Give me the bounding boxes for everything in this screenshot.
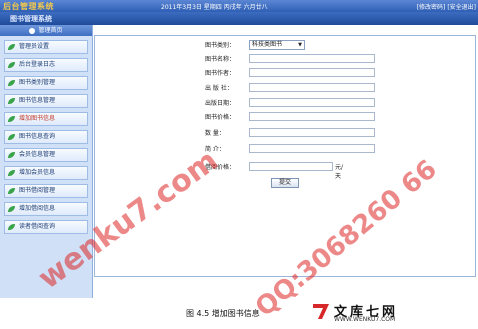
author-label: 图书作者：: [205, 70, 236, 77]
category-value: 科技类图书: [252, 41, 283, 48]
logout-link[interactable]: [安全退出]: [447, 4, 476, 11]
leaf-icon: [8, 188, 15, 194]
intro-input[interactable]: [249, 144, 375, 153]
submit-button[interactable]: 提交: [271, 178, 299, 188]
intro-label: 简 介：: [205, 146, 225, 153]
rent-price-input[interactable]: [249, 162, 333, 171]
sidebar-item-label: 管理员设置: [19, 43, 50, 50]
brand-mark-icon: [313, 304, 329, 319]
category-select[interactable]: 科技类图书 ▼: [249, 40, 305, 50]
price-label: 图书价格：: [205, 114, 236, 121]
leaf-icon: [8, 224, 15, 230]
leaf-icon: [8, 134, 15, 140]
category-label: 图书类别：: [205, 42, 236, 49]
leaf-icon: [8, 206, 15, 212]
rent-unit: 元/天: [335, 164, 344, 180]
sidebar-item-add-member[interactable]: 增加会员信息: [4, 166, 88, 180]
sidebar-item-book-category[interactable]: 图书类别管理: [4, 76, 88, 90]
sidebar-item-reader-query[interactable]: 读者借阅查询: [4, 220, 88, 234]
name-label: 图书名称：: [205, 56, 236, 63]
sidebar-item-label: 图书借阅管理: [19, 187, 56, 194]
figure-caption: 图 4.5 增加图书信息: [186, 309, 260, 318]
sidebar-item-label: 读者借阅查询: [19, 223, 56, 230]
price-input[interactable]: [249, 112, 375, 121]
sidebar-item-label: 后台登录日志: [19, 61, 56, 68]
sidebar-item-label: 增加会员信息: [19, 169, 56, 176]
top-links: [修改密码] [安全退出]: [417, 2, 476, 11]
author-input[interactable]: [249, 68, 375, 77]
sidebar-item-book-info[interactable]: 图书信息管理: [4, 94, 88, 108]
publisher-input[interactable]: [249, 83, 375, 92]
leaf-icon: [8, 80, 15, 86]
sidebar-item-admin-settings[interactable]: 管理员设置: [4, 40, 88, 54]
sidebar-item-borrow-manage[interactable]: 图书借阅管理: [4, 184, 88, 198]
main-content: 图书类别： 科技类图书 ▼ 图书名称： 图书作者： 出 版 社： 出版日期： 图…: [94, 35, 476, 277]
quantity-label: 数 量：: [205, 130, 225, 137]
chevron-down-icon: ▼: [298, 42, 302, 48]
leaf-icon: [8, 170, 15, 176]
publisher-label: 出 版 社：: [205, 85, 233, 92]
leaf-icon: [8, 44, 15, 50]
brand-url: WWW.WENKU7.COM: [334, 316, 396, 323]
sidebar-home[interactable]: 管理首页: [0, 25, 92, 36]
leaf-icon: [8, 152, 15, 158]
sidebar-item-label: 增加图书信息: [19, 115, 56, 122]
home-icon: [29, 27, 36, 34]
sidebar-home-label: 管理首页: [38, 27, 63, 34]
sidebar-item-label: 图书信息管理: [19, 97, 56, 104]
system-title: 图书管理系统: [10, 15, 52, 23]
app-logo: 后台管理系统: [3, 2, 54, 11]
leaf-icon: [8, 98, 15, 104]
change-password-link[interactable]: [修改密码]: [417, 4, 446, 11]
sidebar-item-member-info[interactable]: 会员信息管理: [4, 148, 88, 162]
pubdate-label: 出版日期：: [205, 100, 236, 107]
sub-header: 图书管理系统: [0, 12, 478, 25]
current-date: 2011年3月3日 星期四 丙戌年 六月廿八: [161, 4, 268, 11]
leaf-icon: [8, 116, 15, 122]
top-bar: 后台管理系统 2011年3月3日 星期四 丙戌年 六月廿八 [修改密码] [安全…: [0, 0, 478, 12]
sidebar-item-label: 图书类别管理: [19, 79, 56, 86]
sidebar: 管理首页 管理员设置 后台登录日志 图书类别管理 图书信息管理 增加图书信息 图…: [0, 25, 93, 298]
quantity-input[interactable]: [249, 128, 375, 137]
sidebar-item-add-borrow[interactable]: 增加借阅信息: [4, 202, 88, 216]
brand-logo: 文库七网 WWW.WENKU7.COM: [312, 300, 462, 324]
rent-label: 借阅价格：: [205, 164, 236, 171]
sidebar-item-book-search[interactable]: 图书信息查询: [4, 130, 88, 144]
sidebar-item-label: 图书信息查询: [19, 133, 56, 140]
sidebar-item-label: 会员信息管理: [19, 151, 56, 158]
sidebar-item-add-book[interactable]: 增加图书信息: [4, 112, 88, 126]
pubdate-input[interactable]: [249, 98, 375, 107]
book-name-input[interactable]: [249, 54, 375, 63]
leaf-icon: [8, 62, 15, 68]
sidebar-item-label: 增加借阅信息: [19, 205, 56, 212]
sidebar-item-login-log[interactable]: 后台登录日志: [4, 58, 88, 72]
